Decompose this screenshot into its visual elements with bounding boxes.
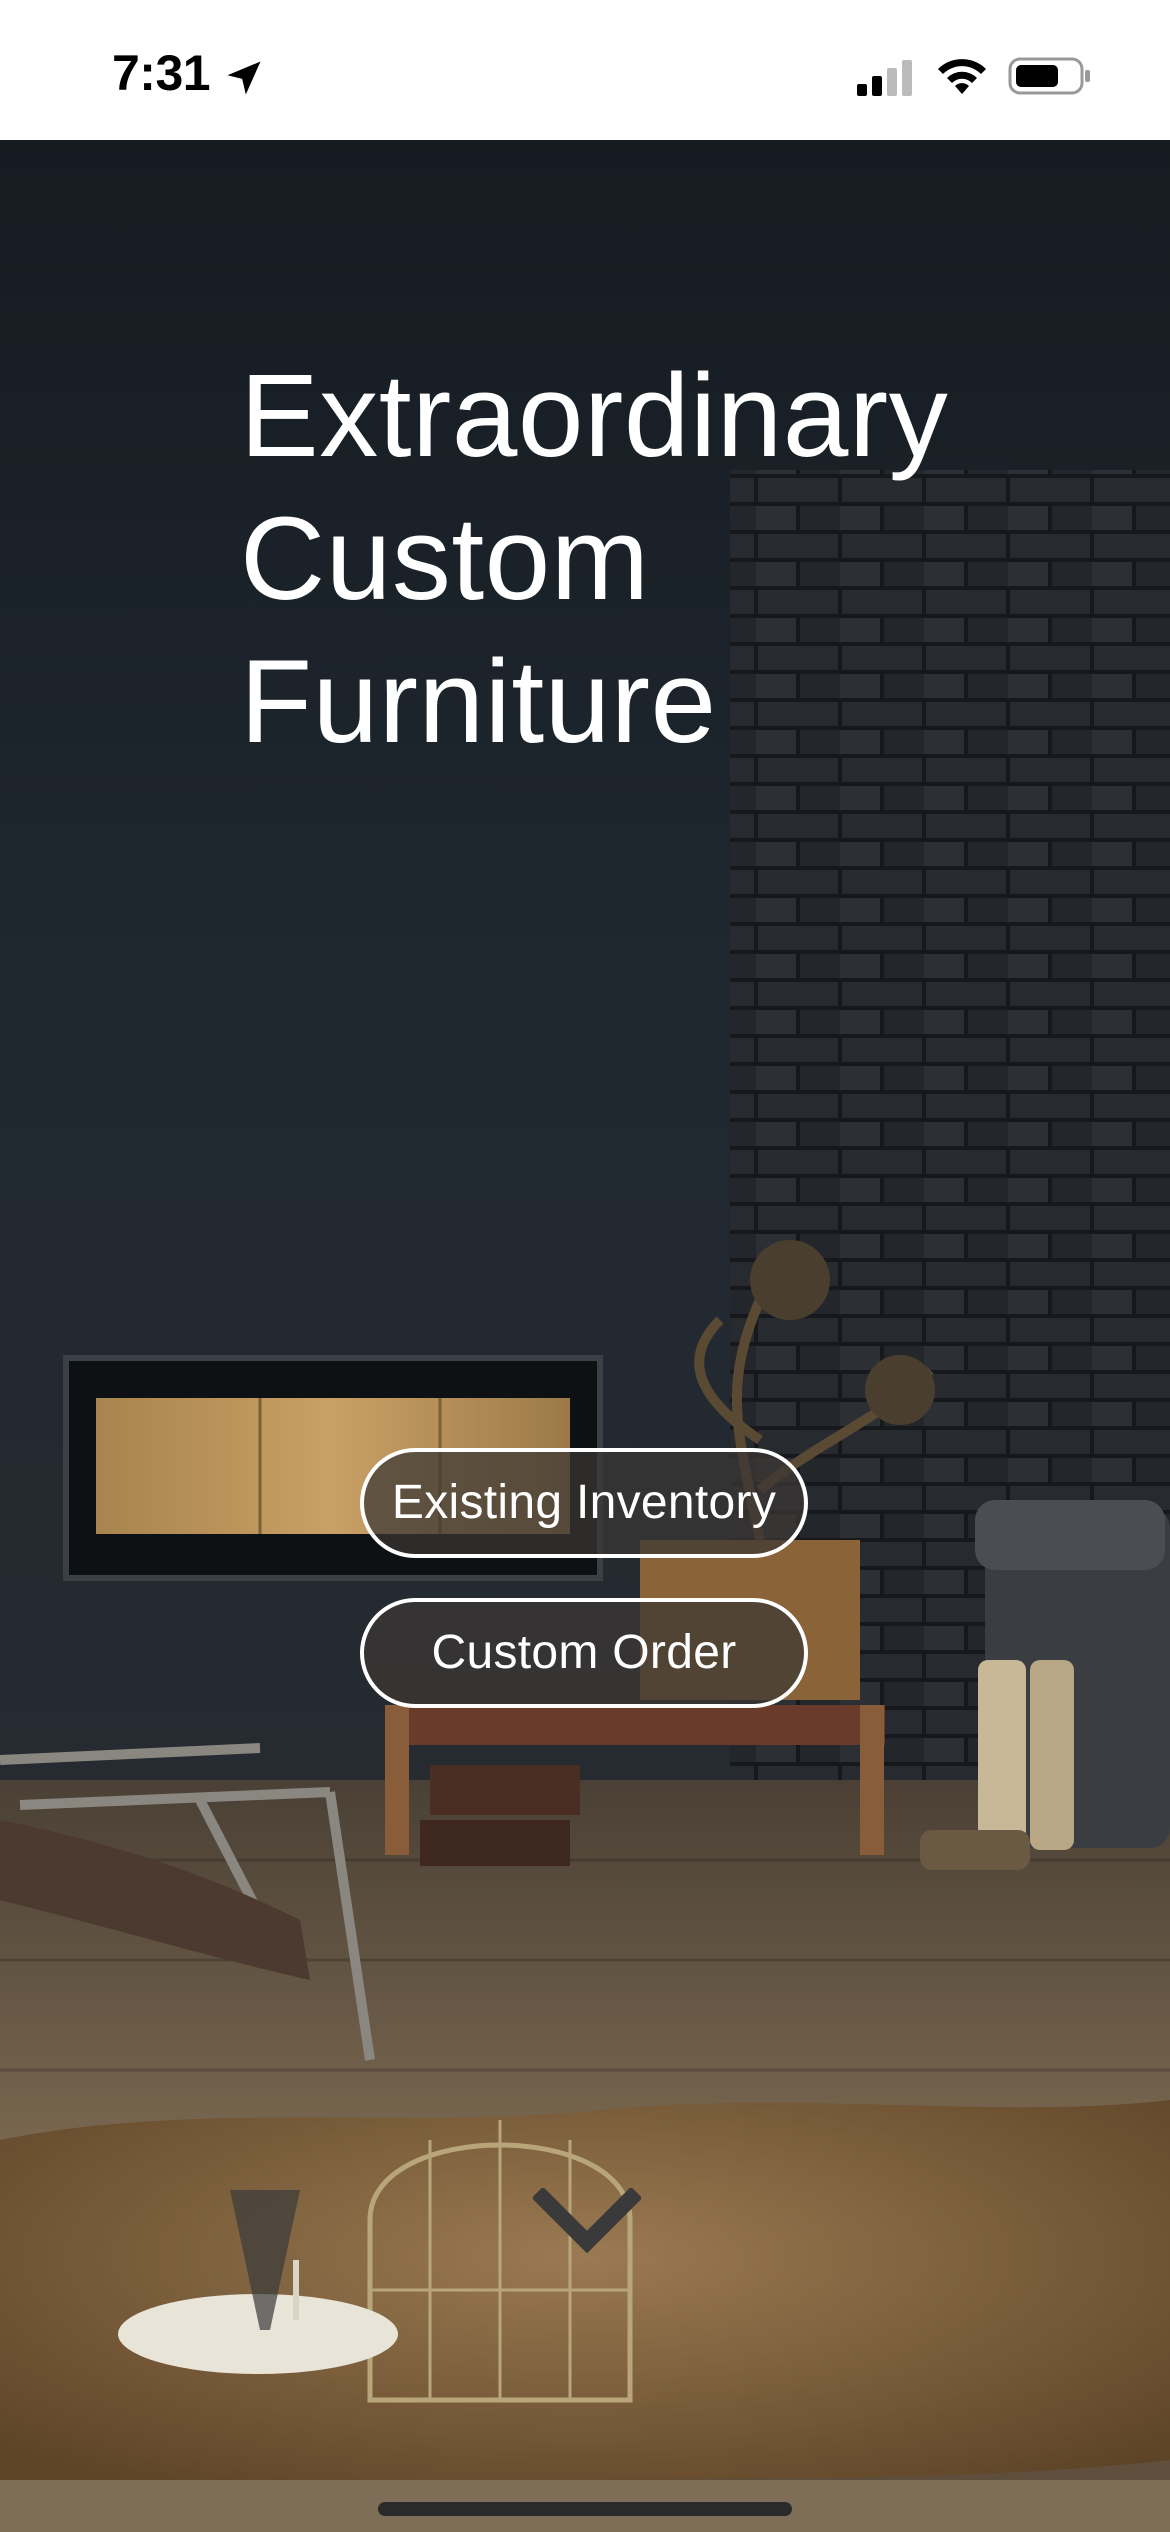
hero-title-line-2: Custom	[240, 493, 650, 625]
cellular-signal-icon	[857, 60, 912, 96]
status-bar: 7:31	[0, 0, 1170, 140]
location-arrow-icon	[227, 61, 261, 95]
status-time: 7:31	[112, 45, 211, 101]
existing-inventory-button[interactable]: Existing Inventory	[360, 1448, 808, 1558]
hero-title: Extraordinary Custom Furniture	[240, 345, 1060, 774]
hero-section: Extraordinary Custom Furniture Existing …	[0, 140, 1170, 2532]
chevron-down-icon[interactable]	[533, 2188, 641, 2256]
hero-title-line-3: Furniture	[240, 636, 717, 768]
hero-title-line-1: Extraordinary	[240, 350, 949, 482]
custom-order-button[interactable]: Custom Order	[360, 1598, 808, 1708]
battery-icon	[1008, 57, 1090, 95]
wifi-icon	[938, 59, 986, 94]
home-indicator	[378, 2502, 792, 2516]
